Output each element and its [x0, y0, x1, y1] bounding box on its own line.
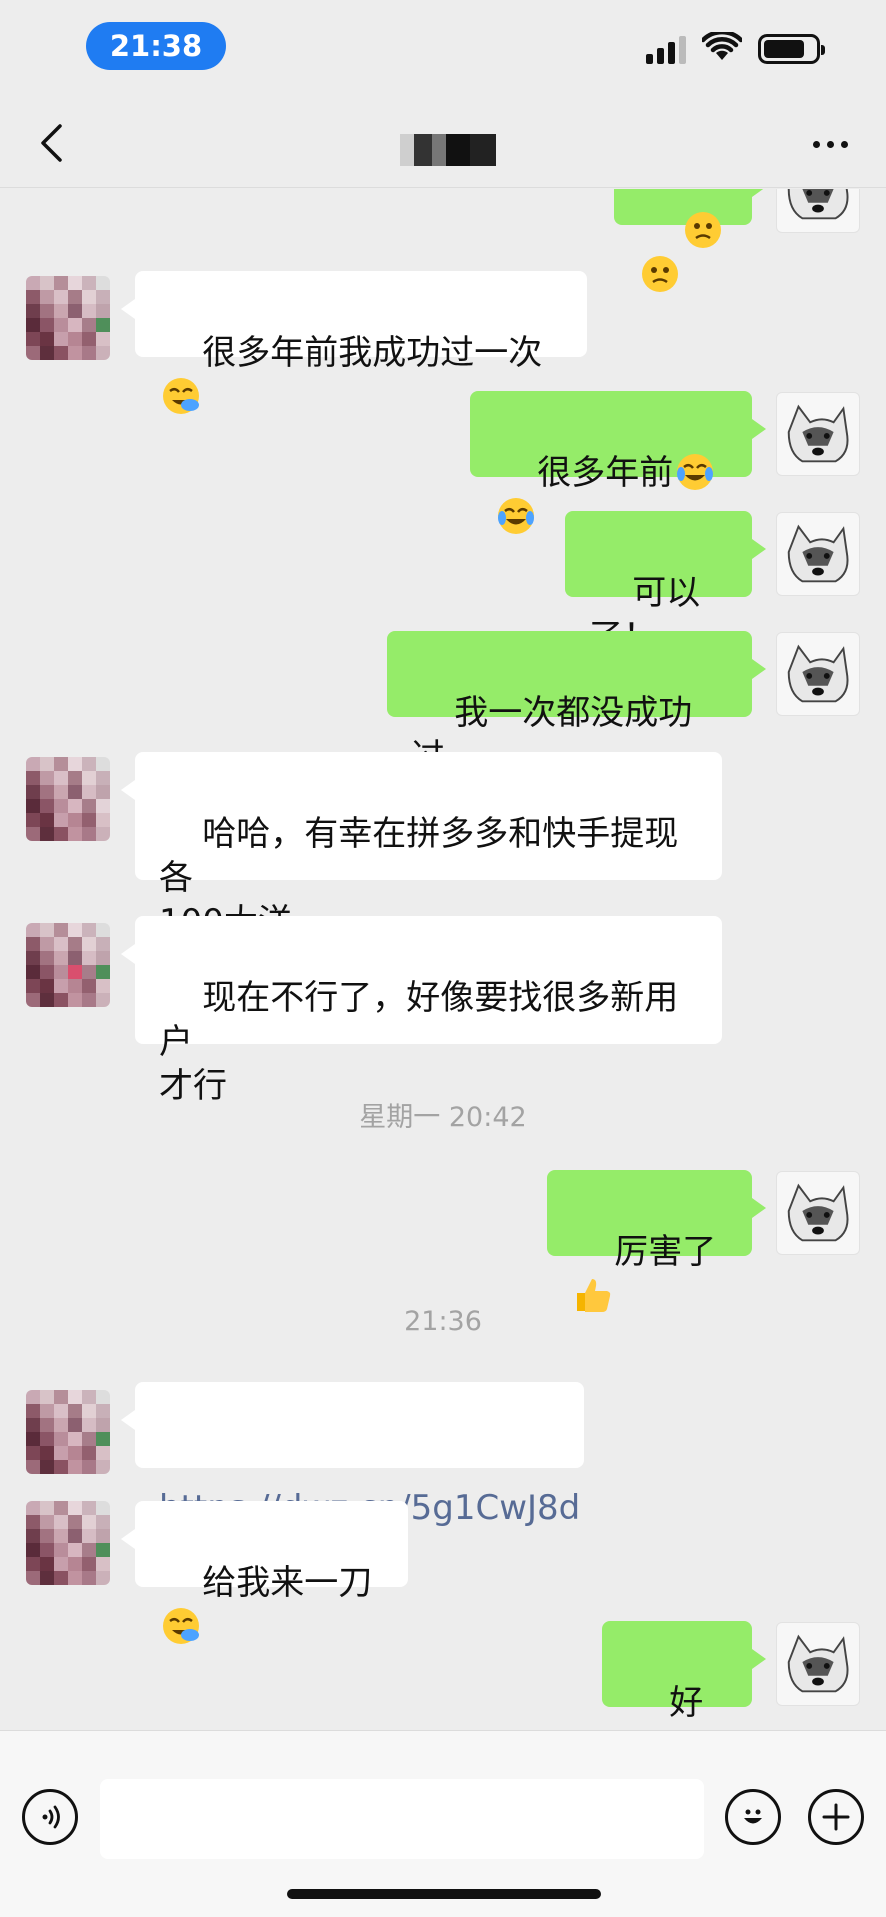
back-button[interactable] [26, 118, 76, 168]
message-bubble[interactable]: 好了， [602, 1621, 766, 1729]
status-time: 21:38 [86, 22, 226, 70]
contact-avatar[interactable] [26, 1501, 110, 1585]
contact-avatar[interactable] [26, 923, 110, 1007]
timestamp: 星期一 20:42 [359, 1102, 527, 1133]
link-message-bubble[interactable]: https://dwz.cn/5g1CwJ8d [121, 1382, 584, 1528]
crying-emoji [683, 210, 723, 250]
message-bubble[interactable]: 可以了！ [565, 511, 766, 657]
message-text: 现在不行了，好像要找很多新用户 才行 [159, 978, 679, 1106]
message-input[interactable] [100, 1779, 704, 1859]
message-bubble-partial[interactable] [614, 189, 766, 292]
message-bubble[interactable]: 给我来一刀 [121, 1501, 408, 1644]
status-icons [646, 29, 825, 66]
voice-button[interactable] [22, 1789, 78, 1845]
my-avatar[interactable] [776, 189, 860, 233]
my-avatar[interactable] [776, 392, 860, 476]
message-bubble[interactable]: 我一次都没成功过， [387, 631, 766, 777]
home-indicator [287, 1889, 601, 1899]
more-button[interactable] [804, 120, 856, 168]
message-bubble[interactable]: 哈哈，有幸在拼多多和快手提现各 100大洋 [121, 752, 722, 942]
facepalm-laugh-emoji [161, 1606, 201, 1646]
my-avatar[interactable] [776, 512, 860, 596]
input-bar [0, 1730, 886, 1917]
contact-avatar[interactable] [26, 757, 110, 841]
plus-icon [822, 1803, 850, 1831]
my-avatar[interactable] [776, 632, 860, 716]
message-bubble[interactable]: 很多年前 [470, 391, 766, 534]
message-text: 很多年前 [537, 453, 674, 493]
message-bubble[interactable]: 很多年前我成功过一次 [121, 271, 587, 414]
contact-avatar[interactable] [26, 276, 110, 360]
more-icon [812, 140, 820, 148]
tears-of-joy-emoji [496, 496, 536, 536]
message-text: 很多年前我成功过一次 [202, 333, 543, 373]
chat-area[interactable]: 很多年前我成功过一次 很多年前 可以了！ 我一次都没成功过， 哈哈，有幸在拼多多… [0, 189, 886, 1729]
contact-avatar[interactable] [26, 1390, 110, 1474]
plus-button[interactable] [808, 1789, 864, 1845]
nav-bar [0, 100, 886, 188]
facepalm-laugh-emoji [161, 376, 201, 416]
my-avatar[interactable] [776, 1171, 860, 1255]
voice-icon [42, 1805, 60, 1829]
tears-of-joy-emoji [675, 452, 715, 492]
message-text: 好了， [626, 1683, 704, 1729]
wifi-icon [700, 29, 744, 66]
message-bubble[interactable]: 厉害了 [547, 1170, 766, 1312]
signal-icon [646, 34, 686, 64]
message-bubble[interactable]: 现在不行了，好像要找很多新用户 才行 [121, 916, 722, 1106]
status-bar: 21:38 [0, 0, 886, 100]
message-text: 给我来一刀 [202, 1563, 373, 1603]
battery-icon [758, 34, 825, 64]
contact-name-redacted [400, 134, 500, 166]
emoji-icon [744, 1809, 762, 1824]
emoji-button[interactable] [725, 1789, 781, 1845]
my-avatar[interactable] [776, 1622, 860, 1706]
message-text: 厉害了 [614, 1232, 717, 1272]
timestamp: 21:36 [404, 1306, 482, 1337]
back-icon [41, 124, 62, 162]
